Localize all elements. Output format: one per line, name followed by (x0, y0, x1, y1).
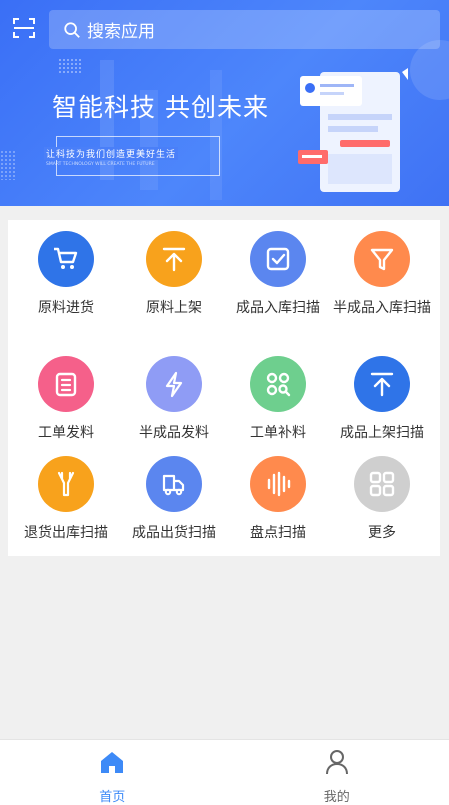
banner: 搜索应用 智能科技 共创未来 让科技为我们创造更美好生活 SMART TECHN… (0, 0, 449, 206)
app-label: 成品入库扫描 (236, 300, 320, 316)
app-label: 盘点扫描 (250, 525, 306, 541)
banner-decoration (410, 40, 449, 100)
checkbox-icon (250, 231, 306, 287)
tab-home[interactable]: 首页 (0, 740, 225, 805)
bars-icon (250, 456, 306, 512)
app-label: 成品出货扫描 (132, 525, 216, 541)
app-item[interactable]: 成品上架扫描 (328, 356, 436, 445)
app-label: 工单发料 (38, 425, 94, 441)
app-item[interactable]: 半成品入库扫描 (328, 231, 436, 320)
tab-label: 我的 (323, 790, 350, 805)
app-label: 原料进货 (38, 300, 94, 316)
lightning-icon (146, 356, 202, 412)
banner-dots (0, 150, 16, 180)
app-item[interactable]: 成品出货扫描 (120, 456, 228, 545)
home-icon (98, 748, 126, 780)
app-item[interactable]: 成品入库扫描 (224, 231, 332, 320)
app-label: 半成品入库扫描 (333, 300, 431, 316)
app-item[interactable]: 原料上架 (120, 231, 228, 320)
scan-icon[interactable] (12, 16, 36, 40)
upload-top-icon (354, 356, 410, 412)
funnel-return-icon (38, 456, 94, 512)
app-label: 更多 (368, 525, 396, 541)
app-label: 成品上架扫描 (340, 425, 424, 441)
app-label: 半成品发料 (139, 425, 209, 441)
app-item[interactable]: 更多 (328, 456, 436, 545)
app-item[interactable]: 盘点扫描 (224, 456, 332, 545)
search-placeholder: 搜索应用 (87, 22, 155, 42)
app-label: 工单补料 (250, 425, 306, 441)
search-input[interactable]: 搜索应用 (49, 10, 440, 49)
grid-more-icon (354, 456, 410, 512)
tab-mine[interactable]: 我的 (225, 740, 449, 805)
banner-title: 智能科技 共创未来 (52, 93, 269, 122)
document-icon (38, 356, 94, 412)
search-icon (64, 21, 80, 38)
upload-top-icon (146, 231, 202, 287)
banner-subtitle-en: SMART TECHNOLOGY WILL CREATE THE FUTURE (46, 162, 155, 167)
app-item[interactable]: 半成品发料 (120, 356, 228, 445)
banner-dots (58, 58, 82, 74)
truck-icon (146, 456, 202, 512)
user-icon (323, 748, 351, 780)
banner-subtitle: 让科技为我们创造更美好生活 (44, 147, 179, 160)
app-item[interactable]: 原料进货 (12, 231, 120, 320)
app-grid: 原料进货 原料上架 成品入库扫描 半成品入库扫描工单发料 半成品发料 工单补料 成品上架扫描… (8, 220, 440, 556)
tab-label: 首页 (99, 790, 126, 805)
cart-icon (38, 231, 94, 287)
app-item[interactable]: 工单补料 (224, 356, 332, 445)
app-label: 退货出库扫描 (24, 525, 108, 541)
filter-icon (354, 231, 410, 287)
app-label: 原料上架 (146, 300, 202, 316)
banner-illustration (298, 68, 408, 192)
circles-search-icon (250, 356, 306, 412)
app-item[interactable]: 退货出库扫描 (12, 456, 120, 545)
bottom-tab-bar: 首页 我的 (0, 739, 449, 805)
app-item[interactable]: 工单发料 (12, 356, 120, 445)
